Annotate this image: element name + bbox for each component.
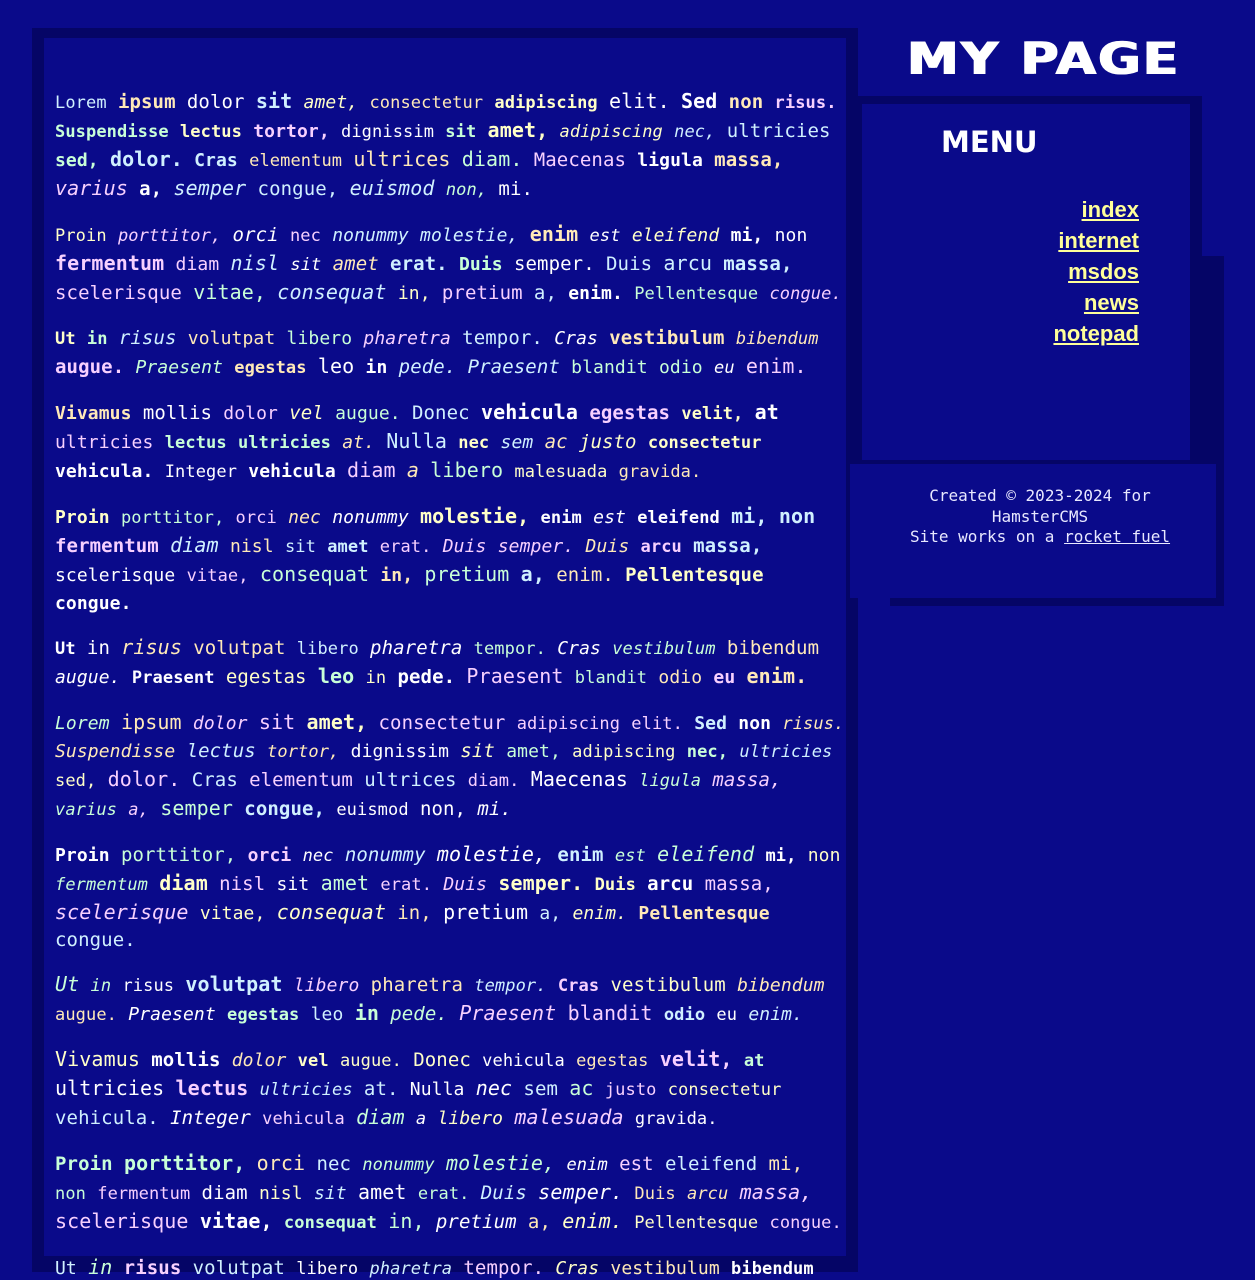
menu-item-internet: internet [1053,225,1139,256]
menu-title: MENU [941,125,1038,159]
menu-link-internet[interactable]: internet [1058,228,1139,253]
paragraph: Lorem ipsum dolor sit amet, consectetur … [55,710,845,820]
menu-link-notepad[interactable]: notepad [1053,321,1139,346]
paragraph: Ut in risus volutpat libero pharetra tem… [55,1255,814,1279]
paragraph: Ut in risus volutpat libero pharetra tem… [55,635,820,688]
menu-list: index internet msdos news notepad [1053,194,1139,349]
paragraph: Vivamus mollis dolor vel augue. Donec ve… [55,1047,782,1129]
footer: Created © 2023-2024 for HamsterCMS Site … [880,486,1200,548]
footer-powered: Site works on a rocket fuel [880,527,1200,548]
paragraph: Ut in risus volutpat libero pharetra tem… [55,327,819,378]
paragraph: Proin porttitor, orci nec nonummy molest… [55,1151,842,1233]
paragraph: Proin porttitor, orci nec nonummy molest… [55,842,841,951]
menu-link-index[interactable]: index [1082,197,1139,222]
rocket-fuel-link[interactable]: rocket fuel [1064,527,1170,546]
site-title: MY PAGE [906,34,1180,86]
menu-item-notepad: notepad [1053,318,1139,349]
footer-created: Created © 2023-2024 for [929,486,1151,505]
paragraph: Lorem ipsum dolor sit amet, consectetur … [55,89,837,200]
menu-item-news: news [1053,287,1139,318]
menu-item-index: index [1053,194,1139,225]
main-content: Lorem ipsum dolor sit amet, consectetur … [55,88,845,1280]
footer-cms-name: HamsterCMS [991,506,1089,526]
menu-link-msdos[interactable]: msdos [1068,259,1139,284]
menu-item-msdos: msdos [1053,256,1139,287]
paragraph: Proin porttitor, orci nec nonummy molest… [55,222,842,304]
menu-link-news[interactable]: news [1084,290,1139,315]
footer-powered-text: Site works on a [909,527,1055,546]
paragraph: Ut in risus volutpat libero pharetra tem… [55,972,825,1025]
paragraph: Proin porttitor, orci nec nonummy molest… [55,504,816,614]
paragraph: Vivamus mollis dolor vel augue. Donec ve… [55,400,779,482]
